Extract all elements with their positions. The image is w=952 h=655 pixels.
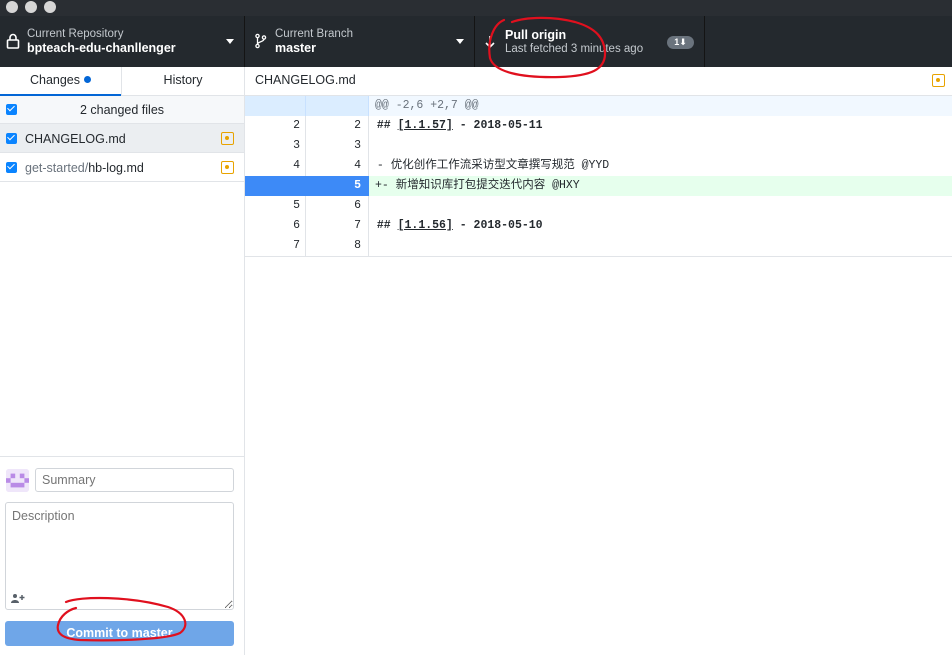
diff-line[interactable]: 7 8: [245, 236, 952, 256]
new-line-number: 8: [306, 236, 369, 256]
description-input[interactable]: [5, 502, 234, 610]
chevron-down-icon: [226, 39, 234, 44]
arrow-down-small-icon: ⬇: [679, 37, 687, 47]
old-line-number: 3: [245, 136, 306, 156]
add-coauthor-icon[interactable]: [11, 593, 25, 603]
diff-header: CHANGELOG.md: [245, 67, 952, 96]
diff-line[interactable]: 5 6: [245, 196, 952, 216]
file-name: get-started/hb-log.md: [25, 161, 144, 175]
line-prefix: [370, 219, 377, 232]
tab-changes-label: Changes: [29, 73, 81, 87]
diff-line[interactable]: 6 7 ## [1.1.56] - 2018-05-10: [245, 216, 952, 236]
new-line-number: [306, 96, 369, 116]
pull-count-badge: 1⬇: [667, 36, 694, 49]
current-repository-button[interactable]: Current Repository bpteach-edu-chanlleng…: [0, 16, 245, 67]
diff-line-text: ## [1.1.57] - 2018-05-11: [370, 116, 543, 136]
commit-panel: Commit to master: [0, 456, 244, 655]
new-line-number: 2: [306, 116, 369, 136]
last-fetched-text: Last fetched 3 minutes ago: [505, 43, 644, 55]
avatar: [6, 469, 29, 492]
old-line-number: 2: [245, 116, 306, 136]
diff-end-divider: [245, 256, 952, 257]
window-title-bar: [0, 0, 952, 16]
repository-title: Current Repository: [27, 28, 124, 40]
new-line-number: 6: [306, 196, 369, 216]
close-window-button[interactable]: [6, 1, 18, 13]
changed-files-header: 2 changed files: [0, 96, 244, 124]
arrow-down-icon: [485, 36, 495, 49]
heading-date: - 2018-05-11: [452, 119, 543, 132]
file-checkbox[interactable]: [6, 133, 17, 144]
repository-name: bpteach-edu-chanllenger: [27, 41, 176, 55]
tab-history[interactable]: History: [122, 67, 244, 95]
new-line-number: 5: [306, 176, 369, 196]
diff-pane: CHANGELOG.md @@ -2,6 +2,7 @@ 2 2 ## [1.1…: [245, 67, 952, 655]
modified-icon: [221, 161, 234, 174]
hunk-header-row[interactable]: @@ -2,6 +2,7 @@: [245, 96, 952, 116]
zoom-window-button[interactable]: [44, 1, 56, 13]
branch-name: master: [275, 41, 316, 55]
branch-title: Current Branch: [275, 28, 353, 40]
old-line-number: 4: [245, 156, 306, 176]
diff-line-added[interactable]: 5 +- 新增知识库打包提交迭代内容 @HXY: [245, 176, 952, 196]
tab-changes[interactable]: Changes: [0, 67, 122, 96]
minimize-window-button[interactable]: [25, 1, 37, 13]
tab-history-label: History: [163, 73, 203, 87]
diff-line-text: - 优化创作工作流采访型文章撰写规范 @YYD: [370, 159, 610, 172]
modified-icon: [221, 132, 234, 145]
current-branch-button[interactable]: Current Branch master: [245, 16, 475, 67]
diff-line-text: ## [1.1.56] - 2018-05-10: [370, 216, 543, 236]
file-basename: hb-log.md: [88, 161, 144, 175]
sidebar: Changes History 2 changed files CHANGELO…: [0, 67, 245, 655]
toolbar: Current Repository bpteach-edu-chanlleng…: [0, 16, 952, 67]
line-prefix: [370, 119, 377, 132]
modified-icon: [932, 74, 945, 87]
changed-files-count: 2 changed files: [79, 103, 165, 117]
heading-marker: ##: [376, 219, 398, 232]
diff-line-text: +- 新增知识库打包提交迭代内容 @HXY: [375, 179, 580, 192]
old-line-number: [245, 96, 306, 116]
new-line-number: 4: [306, 156, 369, 176]
file-list-item[interactable]: get-started/hb-log.md: [0, 153, 244, 182]
chevron-down-icon: [456, 39, 464, 44]
pull-title: Pull origin: [505, 28, 567, 42]
heading-marker: ##: [376, 119, 398, 132]
identicon-icon: [6, 469, 29, 492]
diff-line[interactable]: 3 3: [245, 136, 952, 156]
old-line-number: 5: [245, 196, 306, 216]
commit-button[interactable]: Commit to master: [5, 621, 234, 646]
version-link: [1.1.56]: [397, 219, 453, 232]
heading-date: - 2018-05-10: [452, 219, 543, 232]
old-line-number: 7: [245, 236, 306, 256]
file-checkbox[interactable]: [6, 162, 17, 173]
diff-file-path: CHANGELOG.md: [255, 73, 356, 87]
pull-origin-button[interactable]: Pull origin Last fetched 3 minutes ago 1…: [475, 16, 705, 67]
hunk-header-text: @@ -2,6 +2,7 @@: [375, 99, 479, 112]
file-dir: get-started/: [25, 161, 89, 175]
new-line-number: 3: [306, 136, 369, 156]
diff-line[interactable]: 4 4 - 优化创作工作流采访型文章撰写规范 @YYD: [245, 156, 952, 176]
git-branch-icon: [255, 33, 267, 49]
new-line-number: 7: [306, 216, 369, 236]
file-name: CHANGELOG.md: [25, 132, 126, 146]
sidebar-tabs: Changes History: [0, 67, 244, 96]
diff-line[interactable]: 2 2 ## [1.1.57] - 2018-05-11: [245, 116, 952, 136]
summary-input[interactable]: [35, 468, 234, 492]
diff-view: @@ -2,6 +2,7 @@ 2 2 ## [1.1.57] - 2018-0…: [245, 96, 952, 256]
changes-indicator-dot: [84, 76, 92, 83]
lock-icon: [6, 33, 20, 49]
file-list-item[interactable]: CHANGELOG.md: [0, 124, 244, 153]
version-link: [1.1.57]: [397, 119, 453, 132]
file-basename: CHANGELOG.md: [25, 132, 126, 146]
old-line-number: [245, 176, 306, 196]
old-line-number: 6: [245, 216, 306, 236]
